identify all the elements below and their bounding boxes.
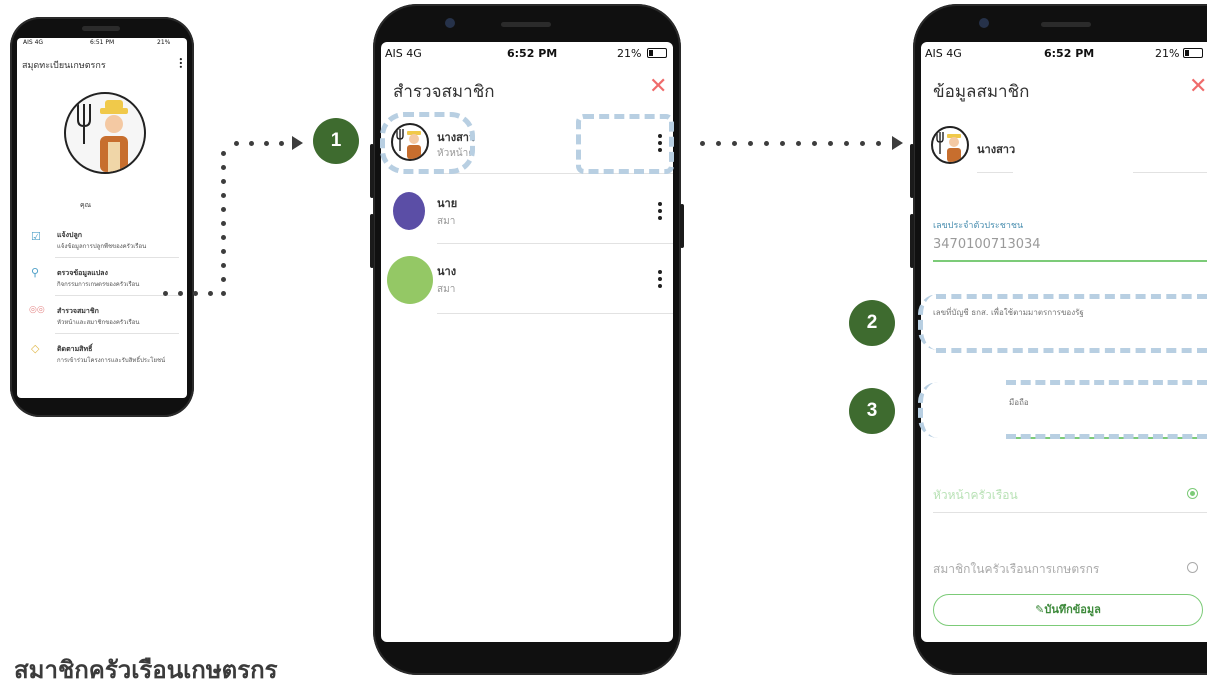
highlight-bank-left xyxy=(918,294,940,350)
group-icon: ◎◎ xyxy=(29,305,45,315)
step-badge-2: 2 xyxy=(849,300,895,346)
search-icon: ⚲ xyxy=(31,266,40,279)
highlight-more-options xyxy=(576,114,674,174)
head-radio[interactable] xyxy=(1187,488,1198,499)
status-bar: AIS 4G 6:52 PM 21% xyxy=(921,42,1207,64)
highlight-bank-bottom xyxy=(936,348,1207,353)
pencil-icon: ✎ xyxy=(1035,603,1045,616)
carrier-text: AIS 4G xyxy=(23,39,44,46)
menu-item-members[interactable]: ◎◎ สำรวจสมาชิก หัวหน้าและสมาชิกของครัวเร… xyxy=(17,300,187,336)
earpiece xyxy=(501,22,551,27)
menu-sub: หัวหน้าและสมาชิกของครัวเรือน xyxy=(57,319,140,326)
front-camera xyxy=(979,18,989,28)
detail-screen: AIS 4G 6:52 PM 21% ข้อมูลสมาชิก ✕ นางสาว… xyxy=(921,42,1207,642)
page-title: ข้อมูลสมาชิก xyxy=(933,82,1030,102)
member-name: นาย xyxy=(437,197,458,210)
close-icon[interactable]: ✕ xyxy=(1189,76,1207,98)
member-role: สมา xyxy=(437,284,456,295)
step-badge-1: 1 xyxy=(313,118,359,164)
member-role: สมา xyxy=(437,216,456,227)
member-avatar xyxy=(387,256,433,304)
save-button[interactable]: ✎บันทึกข้อมูล xyxy=(933,594,1203,626)
menu-label: ตรวจข้อมูลแปลง xyxy=(57,269,108,277)
menu-sub: แจ้งข้อมูลการปลูกพืชของครัวเรือน xyxy=(57,243,147,250)
more-options-icon[interactable] xyxy=(653,270,667,291)
front-camera xyxy=(445,18,455,28)
option-member-label: สมาชิกในครัวเรือนการเกษตรกร xyxy=(933,562,1100,576)
farmer-avatar-icon xyxy=(931,126,969,164)
id-label: เลขประจำตัวประชาชน xyxy=(933,221,1024,231)
phone-member-detail: AIS 4G 6:52 PM 21% ข้อมูลสมาชิก ✕ นางสาว… xyxy=(910,4,1207,675)
menu-sub: การเข้าร่วมโครงการและรับสิทธิ์ประโยชน์ xyxy=(57,357,166,364)
bank-account-field[interactable]: เลขที่บัญชี ธกส. เพื่อใช้ตามมาตรการของรั… xyxy=(933,306,1084,319)
member-avatar xyxy=(393,192,425,230)
highlight-member-avatar xyxy=(380,112,475,174)
menu-item-planting[interactable]: ☑ แจ้งปลูก แจ้งข้อมูลการปลูกพืชของครัวเร… xyxy=(17,224,187,260)
battery-icon xyxy=(647,48,667,58)
earpiece xyxy=(82,26,120,31)
status-bar: AIS 4G 6:51 PM 21% xyxy=(17,38,187,52)
id-field[interactable]: 3470100713034 xyxy=(933,237,1041,252)
phone-members: AIS 4G 6:52 PM 21% สำรวจสมาชิก ✕ นางสาว … xyxy=(370,4,684,675)
battery-text: 21% xyxy=(157,39,171,46)
page-caption: สมาชิกครัวเรือนเกษตรกร xyxy=(14,656,278,684)
list-item[interactable]: นาง สมา xyxy=(381,248,673,314)
close-icon[interactable]: ✕ xyxy=(649,76,667,98)
battery-text: 21% xyxy=(1155,47,1180,60)
time-text: 6:52 PM xyxy=(507,47,558,60)
app-title: สมุดทะเบียนเกษตรกร xyxy=(22,61,106,71)
user-name: คุณ xyxy=(80,201,92,209)
battery-text: 21% xyxy=(617,47,642,60)
list-item[interactable]: นาย สมา xyxy=(381,178,673,244)
battery-icon xyxy=(1183,48,1203,58)
highlight-mobile-bottom xyxy=(1006,434,1207,439)
carrier-text: AIS 4G xyxy=(385,47,422,60)
menu-label: ติดตามสิทธิ์ xyxy=(57,345,93,353)
member-name: นาง xyxy=(437,265,457,278)
status-bar: AIS 4G 6:52 PM 21% xyxy=(381,42,673,64)
menu-item-rights[interactable]: ◇ ติดตามสิทธิ์ การเข้าร่วมโครงการและรับส… xyxy=(17,338,187,374)
time-text: 6:51 PM xyxy=(90,39,115,46)
option-head-label: หัวหน้าครัวเรือน xyxy=(933,488,1018,502)
home-screen: AIS 4G 6:51 PM 21% สมุดทะเบียนเกษตรกร คุ… xyxy=(17,38,187,398)
menu-label: สำรวจสมาชิก xyxy=(57,307,99,315)
menu-label: แจ้งปลูก xyxy=(57,231,83,239)
member-radio[interactable] xyxy=(1187,562,1198,573)
menu-sub: กิจกรรมการเกษตรของครัวเรือน xyxy=(57,281,140,288)
highlight-bank-top xyxy=(936,294,1207,299)
save-label: บันทึกข้อมูล xyxy=(1044,603,1101,616)
menu-item-plots[interactable]: ⚲ ตรวจข้อมูลแปลง กิจกรรมการเกษตรของครัวเ… xyxy=(17,262,187,298)
highlight-mobile-top xyxy=(1006,380,1207,385)
carrier-text: AIS 4G xyxy=(925,47,962,60)
more-options-icon[interactable] xyxy=(653,202,667,223)
more-menu-icon[interactable] xyxy=(177,58,185,70)
edit-icon: ☑ xyxy=(31,230,41,243)
phone-home: AIS 4G 6:51 PM 21% สมุดทะเบียนเกษตรกร คุ… xyxy=(10,17,194,417)
page-title: สำรวจสมาชิก xyxy=(393,82,495,102)
member-name: นางสาว xyxy=(977,143,1016,156)
time-text: 6:52 PM xyxy=(1044,47,1095,60)
highlight-mobile-left xyxy=(918,382,940,438)
id-field-underline xyxy=(933,260,1207,262)
farmer-avatar-icon xyxy=(64,92,146,174)
mobile-field[interactable]: มือถือ xyxy=(1009,396,1029,409)
tag-icon: ◇ xyxy=(31,342,40,355)
step-badge-3: 3 xyxy=(849,388,895,434)
earpiece xyxy=(1041,22,1091,27)
